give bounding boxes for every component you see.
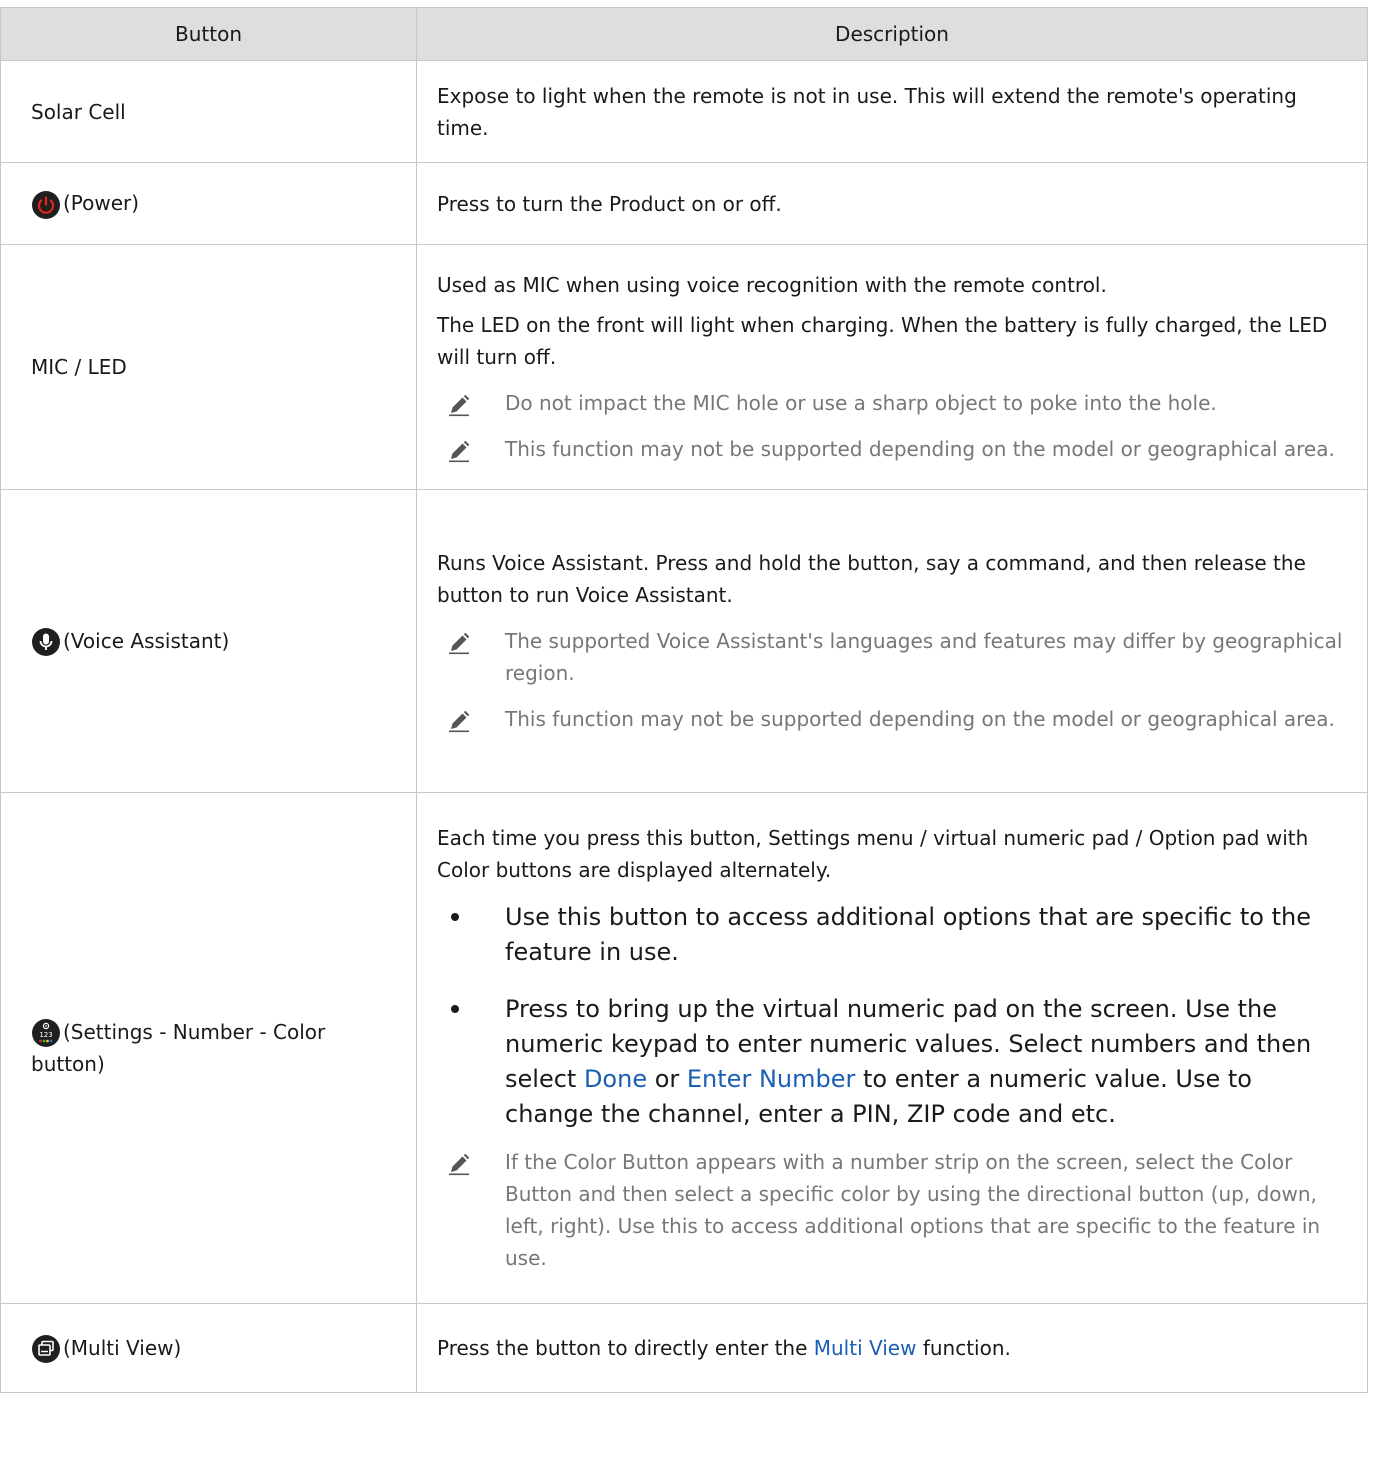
- table-header-row: Button Description: [0, 7, 1368, 61]
- note-text: If the Color Button appears with a numbe…: [505, 1150, 1321, 1270]
- button-name: (Power): [63, 191, 140, 216]
- button-cell: (Power): [0, 162, 417, 245]
- note: If the Color Button appears with a numbe…: [437, 1146, 1347, 1274]
- pencil-icon: [447, 631, 471, 655]
- note-text: Do not impact the MIC hole or use a shar…: [505, 391, 1217, 415]
- bullet-item: Press to bring up the virtual numeric pa…: [437, 992, 1347, 1132]
- description-text: Expose to light when the remote is not i…: [437, 83, 1297, 140]
- done-link[interactable]: Done: [584, 1065, 647, 1093]
- description-part: function.: [916, 1336, 1011, 1360]
- pencil-icon: [447, 439, 471, 463]
- note: This function may not be supported depen…: [437, 433, 1347, 465]
- description-text: Each time you press this button, Setting…: [437, 826, 1309, 882]
- button-cell: 123 (Settings - Number - Color button): [0, 792, 417, 1304]
- table-row: 123 (Settings - Number - Color button) E…: [0, 792, 1368, 1304]
- bullet-dot: [451, 1005, 459, 1013]
- multi-view-icon: [31, 1334, 61, 1364]
- description-cell: Runs Voice Assistant. Press and hold the…: [416, 489, 1368, 793]
- note: This function may not be supported depen…: [437, 703, 1347, 735]
- description-cell: Each time you press this button, Setting…: [416, 792, 1368, 1304]
- description-text: Runs Voice Assistant. Press and hold the…: [437, 551, 1306, 607]
- button-cell: (Voice Assistant): [0, 489, 417, 793]
- pencil-icon: [447, 393, 471, 417]
- remote-buttons-table: Button Description Solar Cell Expose to …: [0, 7, 1368, 1393]
- note-text: The supported Voice Assistant's language…: [505, 629, 1343, 685]
- description-text-2: The LED on the front will light when cha…: [437, 313, 1328, 369]
- description-cell: Expose to light when the remote is not i…: [416, 60, 1368, 163]
- table-row: (Multi View) Press the button to directl…: [0, 1303, 1368, 1393]
- note-text: This function may not be supported depen…: [505, 437, 1335, 461]
- bullet-list: Use this button to access additional opt…: [437, 900, 1347, 1132]
- note: The supported Voice Assistant's language…: [437, 625, 1347, 689]
- bullet-dot: [451, 913, 459, 921]
- description-text: Used as MIC when using voice recognition…: [437, 273, 1107, 297]
- multi-view-link[interactable]: Multi View: [814, 1336, 917, 1360]
- description-part: Press the button to directly enter the: [437, 1336, 814, 1360]
- button-cell: (Multi View): [0, 1303, 417, 1393]
- description-text: Press the button to directly enter the M…: [437, 1332, 1347, 1364]
- note-text: This function may not be supported depen…: [505, 707, 1335, 731]
- button-cell: Solar Cell: [0, 60, 417, 163]
- svg-text:123: 123: [39, 1031, 52, 1039]
- table-row: (Voice Assistant) Runs Voice Assistant. …: [0, 489, 1368, 793]
- pencil-icon: [447, 709, 471, 733]
- header-description: Description: [416, 7, 1368, 61]
- description-cell: Used as MIC when using voice recognition…: [416, 244, 1368, 490]
- button-name: (Settings - Number - Color button): [31, 1019, 326, 1077]
- description-text: Press to turn the Product on or off.: [437, 191, 782, 216]
- enter-number-link[interactable]: Enter Number: [687, 1065, 855, 1093]
- note: Do not impact the MIC hole or use a shar…: [437, 387, 1347, 419]
- power-icon: [31, 190, 61, 220]
- header-button: Button: [0, 7, 417, 61]
- table-row: MIC / LED Used as MIC when using voice r…: [0, 244, 1368, 490]
- bullet-item: Use this button to access additional opt…: [437, 900, 1347, 970]
- microphone-icon: [31, 627, 61, 657]
- button-name: MIC / LED: [31, 355, 127, 379]
- button-name: (Voice Assistant): [63, 628, 230, 653]
- description-cell: Press the button to directly enter the M…: [416, 1303, 1368, 1393]
- table-row: Solar Cell Expose to light when the remo…: [0, 60, 1368, 163]
- pencil-icon: [447, 1152, 471, 1176]
- button-name: Solar Cell: [31, 99, 126, 124]
- table-row: (Power) Press to turn the Product on or …: [0, 162, 1368, 245]
- button-name: (Multi View): [63, 1335, 182, 1360]
- description-cell: Press to turn the Product on or off.: [416, 162, 1368, 245]
- button-cell: MIC / LED: [0, 244, 417, 490]
- bullet-text: Use this button to access additional opt…: [505, 903, 1311, 966]
- settings-number-color-icon: 123: [31, 1018, 61, 1048]
- bullet-text-part: or: [647, 1065, 687, 1093]
